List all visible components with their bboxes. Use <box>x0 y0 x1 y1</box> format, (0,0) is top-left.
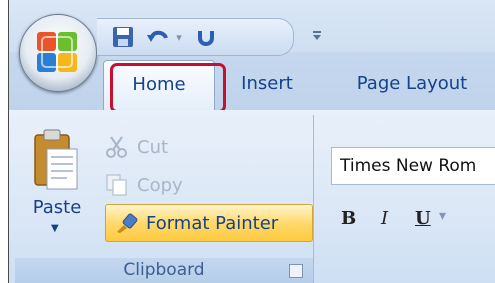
underline-button[interactable]: U <box>415 204 431 234</box>
save-icon <box>113 27 133 47</box>
paste-label: Paste <box>32 197 82 218</box>
copy-icon <box>106 174 127 196</box>
clipboard-group: Paste ▼ Cut Copy Format Painter Clipboar… <box>15 115 314 283</box>
clipboard-group-label: Clipboard <box>15 258 313 283</box>
italic-label: I <box>381 208 389 229</box>
tab-insert[interactable]: Insert <box>227 62 307 106</box>
office-window: ▾ Home Insert Page Layout Paste ▼ Cut Co… <box>8 0 495 283</box>
undo-icon <box>147 30 168 42</box>
bold-label: B <box>341 208 357 229</box>
highlight-annotation <box>110 63 226 113</box>
tab-insert-label: Insert <box>241 73 293 94</box>
customize-qat-button[interactable] <box>309 18 325 52</box>
paintbrush-icon <box>117 213 138 233</box>
quick-access-toolbar: ▾ <box>97 18 294 56</box>
format-painter-button[interactable]: Format Painter <box>105 204 313 242</box>
dialog-launcher-icon[interactable] <box>289 264 303 278</box>
redo-icon <box>198 31 214 46</box>
office-logo-icon <box>37 32 77 72</box>
underline-dropdown-icon[interactable]: ▾ <box>439 208 446 224</box>
office-button[interactable] <box>19 14 97 92</box>
italic-button[interactable]: I <box>381 204 388 234</box>
undo-button[interactable] <box>145 24 171 50</box>
redo-button[interactable] <box>193 24 219 50</box>
undo-dropdown[interactable]: ▾ <box>173 24 185 50</box>
chevron-down-icon: ▼ <box>51 223 59 234</box>
cut-button[interactable]: Cut <box>105 131 168 163</box>
tab-page-layout[interactable]: Page Layout <box>337 62 487 106</box>
paste-button[interactable]: Paste ▼ <box>15 115 99 253</box>
copy-button[interactable]: Copy <box>105 169 183 201</box>
scissors-icon <box>106 136 127 158</box>
customize-qat-icon <box>313 31 321 40</box>
save-button[interactable] <box>109 24 137 50</box>
clipboard-label-text: Clipboard <box>123 260 205 280</box>
bold-button[interactable]: B <box>341 204 356 234</box>
chevron-down-icon: ▾ <box>176 30 182 44</box>
cut-label: Cut <box>137 136 169 158</box>
copy-label: Copy <box>137 174 183 196</box>
format-painter-label: Format Painter <box>146 212 279 234</box>
font-name-value: Times New Rom <box>340 156 477 176</box>
tab-page-layout-label: Page Layout <box>356 73 468 94</box>
paste-icon <box>34 129 78 190</box>
underline-label: U <box>415 208 431 229</box>
font-name-combobox[interactable]: Times New Rom <box>331 147 495 185</box>
